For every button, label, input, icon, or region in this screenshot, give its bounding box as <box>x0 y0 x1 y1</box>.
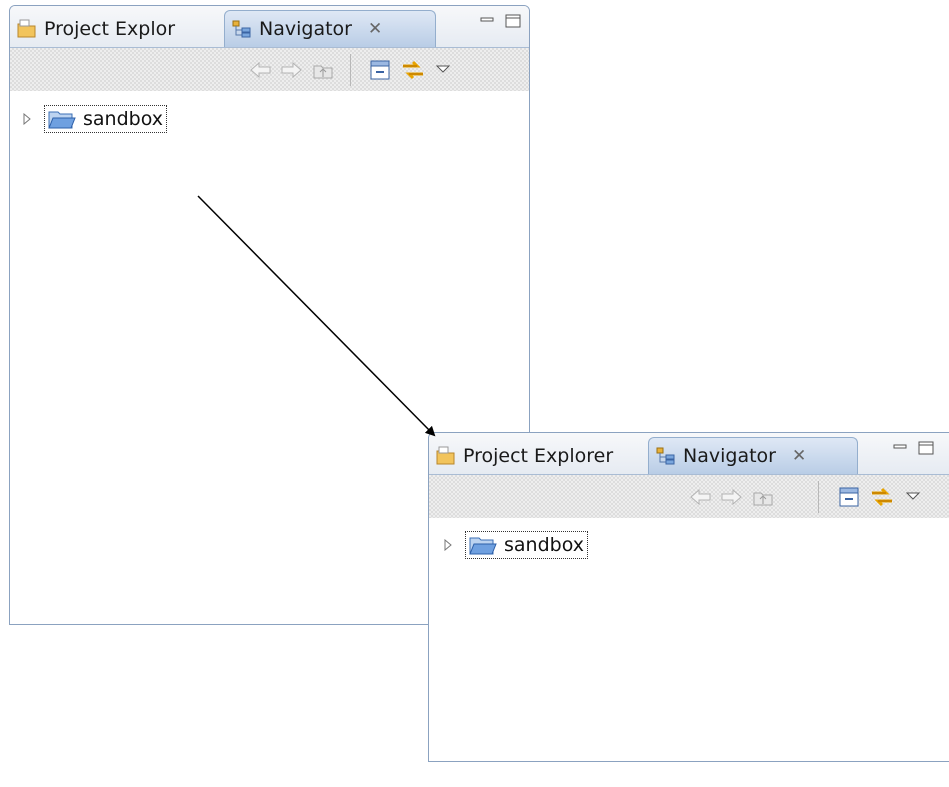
transition-arrow <box>197 195 436 437</box>
